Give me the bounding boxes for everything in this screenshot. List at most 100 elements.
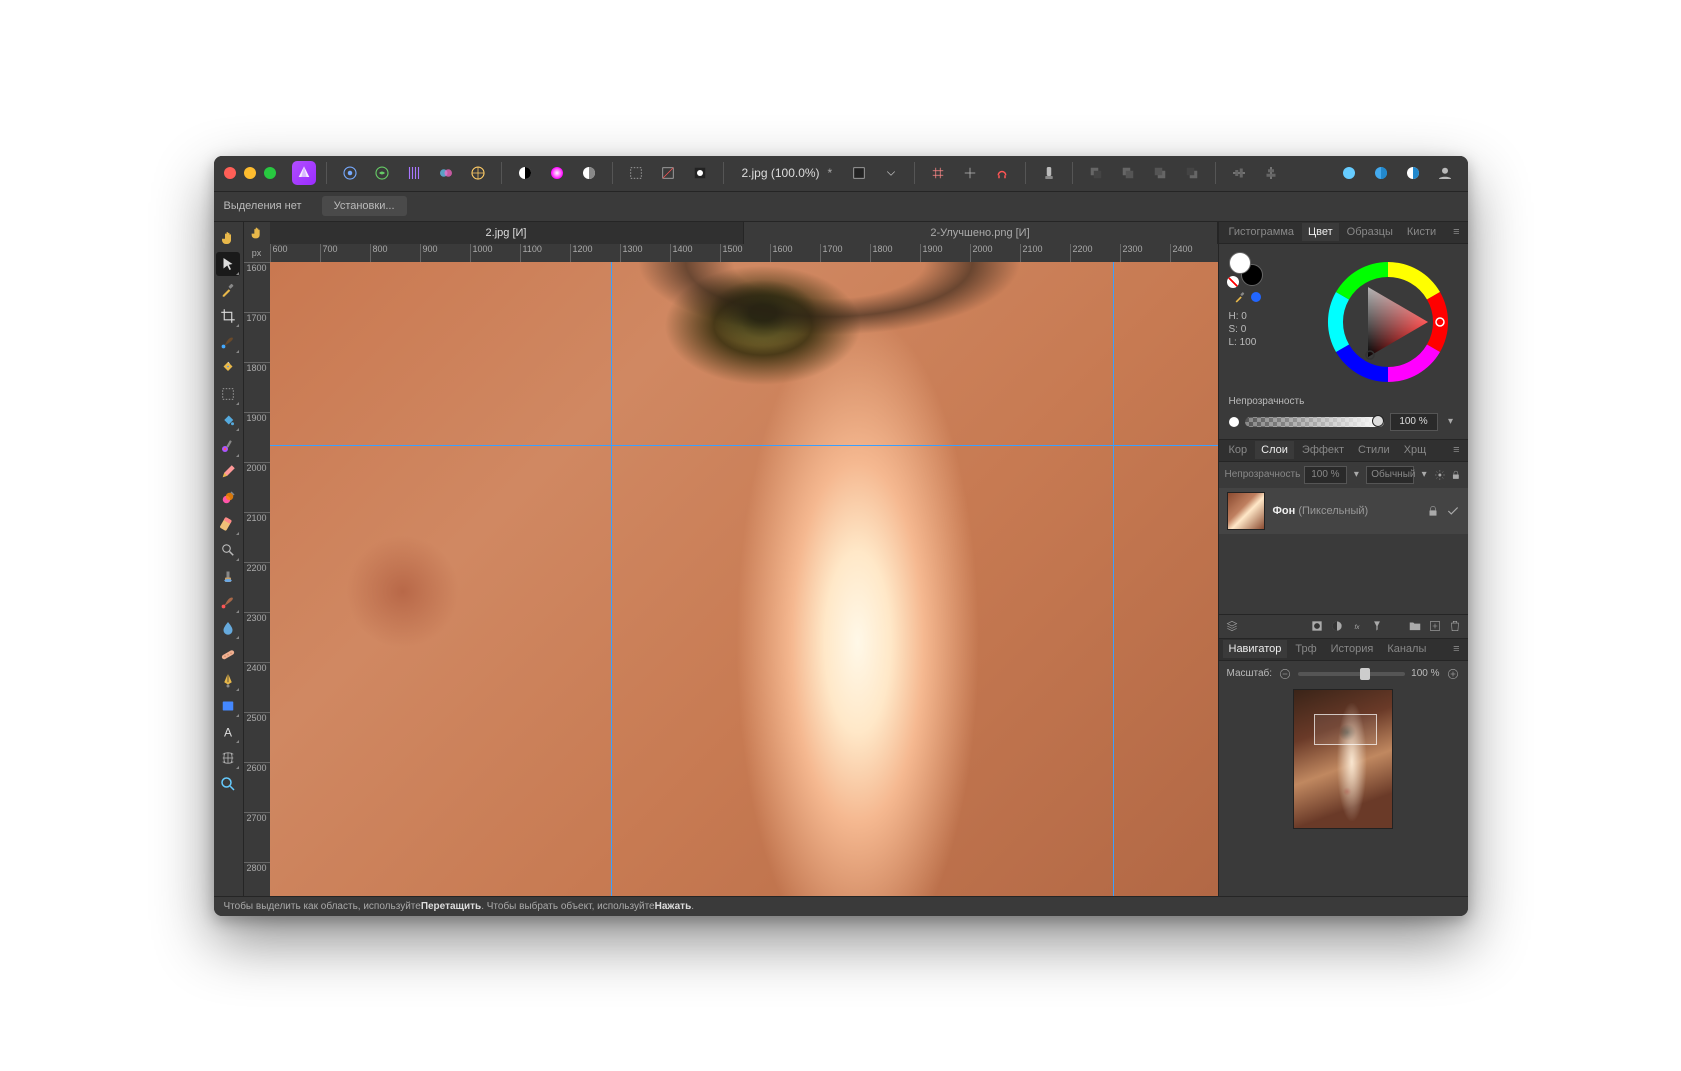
add-layer-icon[interactable] [1428,619,1442,633]
tab-transform[interactable]: Трф [1289,640,1322,658]
tab-color[interactable]: Цвет [1302,223,1339,241]
account-icon[interactable] [1432,160,1458,186]
color-wheel[interactable] [1318,252,1458,392]
crop-tool[interactable] [216,304,240,328]
layer-settings-icon[interactable] [1434,468,1446,482]
color-swatches[interactable] [1229,252,1263,286]
layer-group-icon[interactable] [1225,619,1239,633]
no-color-swatch[interactable] [1227,276,1239,288]
text-tool[interactable]: A [216,720,240,744]
layer-visible-icon[interactable] [1446,504,1460,518]
zoom-in-icon[interactable] [1446,667,1460,681]
zoom-window-button[interactable] [264,167,276,179]
persona-develop-icon[interactable] [401,160,427,186]
vertical-ruler[interactable]: 1600170018001900200021002200230024002500… [244,262,270,896]
blend-mode-dropdown-icon[interactable]: ▾ [1418,469,1430,480]
zoom-tool[interactable] [216,772,240,796]
arrange-front-icon[interactable] [1179,160,1205,186]
paint-brush-tool[interactable] [216,434,240,458]
ruler-unit[interactable]: px [244,244,270,262]
mesh-warp-tool[interactable] [216,746,240,770]
guide-vertical[interactable] [611,262,612,896]
tab-adjust[interactable]: Кор [1223,441,1254,459]
view-dropdown-icon[interactable] [878,160,904,186]
flood-fill-tool[interactable] [216,408,240,432]
layer-opacity-dropdown-icon[interactable]: ▾ [1351,469,1363,480]
snap-icon[interactable] [989,160,1015,186]
layers-panel-menu-icon[interactable]: ≡ [1449,444,1463,456]
marquee-tool[interactable] [216,382,240,406]
cloud-icon[interactable] [1368,160,1394,186]
presets-button[interactable]: Установки... [322,196,407,216]
fx-icon[interactable]: fx [1350,619,1364,633]
selection-brush-tool[interactable] [216,330,240,354]
tab-layers[interactable]: Слои [1255,441,1294,459]
minimize-window-button[interactable] [244,167,256,179]
erase-tool[interactable] [216,512,240,536]
guide-vertical[interactable] [1113,262,1114,896]
color-opacity-value[interactable]: 100 % [1390,413,1438,431]
adjustment-levels-icon[interactable] [576,160,602,186]
stock-icon[interactable] [1336,160,1362,186]
align-v-icon[interactable] [1258,160,1284,186]
navigator-thumbnail[interactable] [1293,689,1393,829]
view-mode-icon[interactable] [846,160,872,186]
folder-icon[interactable] [1408,619,1422,633]
blend-mode-select[interactable]: Обычный [1366,466,1414,484]
assistant-icon[interactable] [1036,160,1062,186]
arrange-back-icon[interactable] [1083,160,1109,186]
arrange-forward-icon[interactable] [1147,160,1173,186]
tab-text[interactable]: Хрщ [1398,441,1433,459]
paint-mixer-tool[interactable] [216,486,240,510]
selection-diagonal-icon[interactable] [655,160,681,186]
dodge-tool[interactable] [216,538,240,562]
color-picker-tool[interactable] [216,278,240,302]
color-panel-menu-icon[interactable]: ≡ [1449,226,1463,238]
layer-item[interactable]: Фон (Пиксельный) [1219,488,1468,534]
blur-tool[interactable] [216,616,240,640]
persona-export-icon[interactable] [465,160,491,186]
guide-horizontal[interactable] [270,445,1218,446]
eyedropper-icon[interactable] [1233,290,1247,304]
tab-effects[interactable]: Эффект [1296,441,1350,459]
document-tab-1[interactable]: 2.jpg [И] [270,222,744,244]
persona-liquify-icon[interactable] [369,160,395,186]
tab-swatches[interactable]: Образцы [1341,223,1399,241]
rectangle-tool[interactable] [216,694,240,718]
persona-photo-icon[interactable] [337,160,363,186]
color-opacity-slider[interactable] [1245,417,1384,427]
help-icon[interactable] [1400,160,1426,186]
hand-view-tool[interactable] [216,226,240,250]
layer-lock-icon[interactable] [1450,468,1462,482]
mask-icon[interactable] [1310,619,1324,633]
inpaint-tool[interactable] [216,590,240,614]
zoom-slider[interactable] [1298,672,1405,676]
tab-channels[interactable]: Каналы [1381,640,1432,658]
pen-tool[interactable] [216,668,240,692]
adjustment-hsl-icon[interactable] [544,160,570,186]
live-filter-icon[interactable] [1370,619,1384,633]
document-tab-2[interactable]: 2-Улучшено.png [И] [744,222,1218,244]
pencil-tool[interactable] [216,460,240,484]
navigator-panel-menu-icon[interactable]: ≡ [1449,643,1463,655]
arrange-backward-icon[interactable] [1115,160,1141,186]
layer-locked-icon[interactable] [1426,504,1440,518]
healing-tool[interactable] [216,642,240,666]
close-window-button[interactable] [224,167,236,179]
tab-histogram[interactable]: Гистограмма [1223,223,1301,241]
tab-history[interactable]: История [1325,640,1380,658]
tab-brushes[interactable]: Кисти [1401,223,1442,241]
tab-styles[interactable]: Стили [1352,441,1396,459]
align-h-icon[interactable] [1226,160,1252,186]
color-opacity-dropdown-icon[interactable]: ▾ [1444,416,1458,427]
hand-corner-icon[interactable] [244,222,270,244]
canvas[interactable] [270,262,1218,896]
adjustment-bw-icon[interactable] [512,160,538,186]
zoom-out-icon[interactable] [1278,667,1292,681]
navigator-viewport[interactable] [1314,714,1378,744]
guides-icon[interactable] [957,160,983,186]
adjustment-icon[interactable] [1330,619,1344,633]
layer-opacity-value[interactable]: 100 % [1304,466,1346,484]
clone-tool[interactable] [216,564,240,588]
primary-color-swatch[interactable] [1229,252,1251,274]
